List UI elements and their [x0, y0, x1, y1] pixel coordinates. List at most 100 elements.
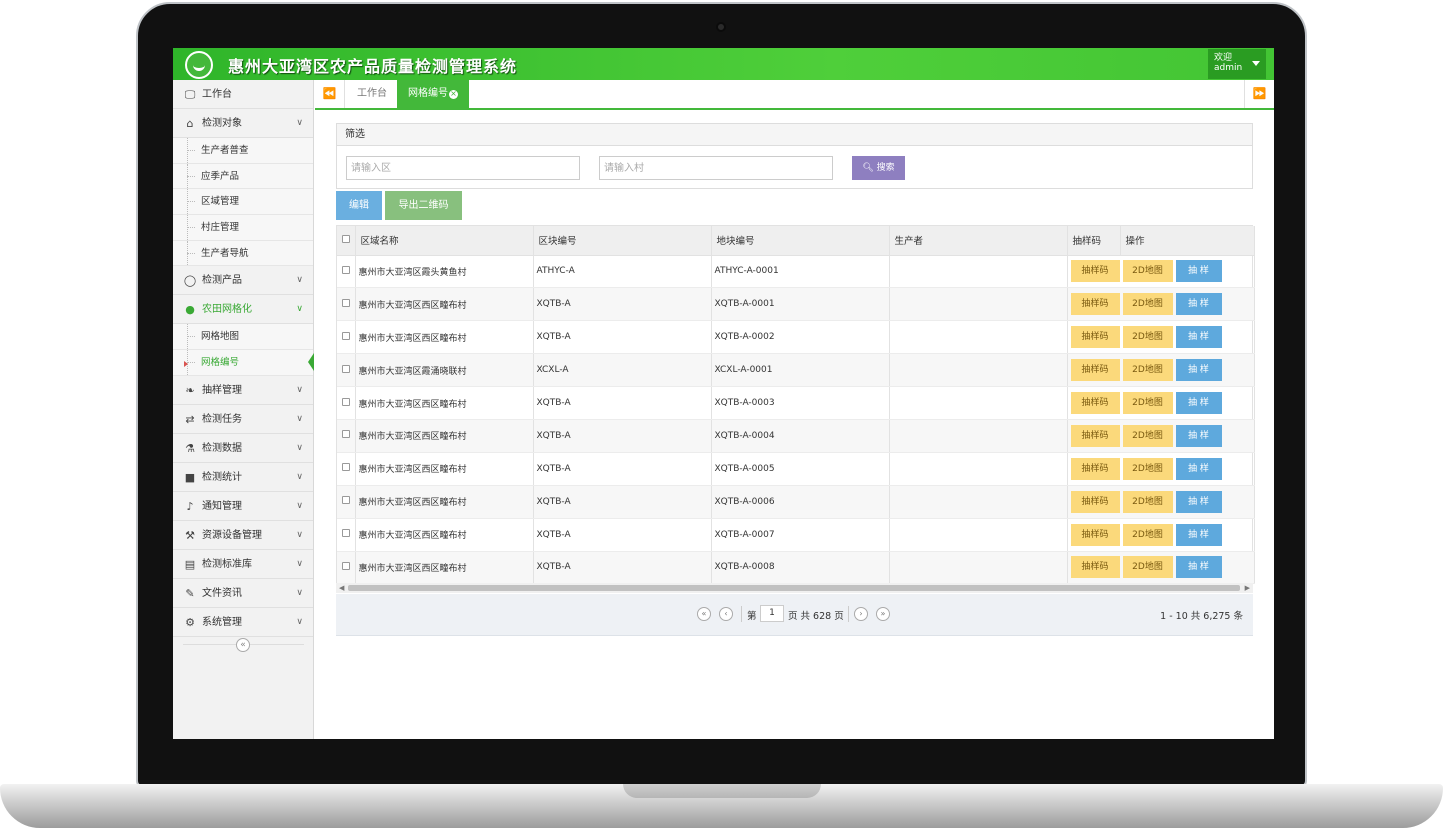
- row-checkbox[interactable]: [342, 496, 350, 505]
- search-button[interactable]: 🔍︎ 搜索: [852, 156, 905, 180]
- map-2d-button[interactable]: 2D地图: [1122, 359, 1173, 382]
- collapse-sidebar-icon[interactable]: «: [236, 638, 250, 652]
- sidebar-subitem-seasonal-products[interactable]: 应季产品: [173, 163, 313, 190]
- close-tab-icon[interactable]: ×: [449, 90, 458, 99]
- table-row: 惠州市大亚湾区西区疃布村 XQTB-A XQTB-A-0008 抽样码 2D地图抽 样: [337, 551, 1255, 585]
- next-page-icon[interactable]: ›: [854, 607, 868, 621]
- horizontal-scrollbar[interactable]: ◀ ▶: [336, 583, 1253, 593]
- map-2d-button[interactable]: 2D地图: [1122, 260, 1173, 283]
- record-count: 1 - 10 共 6,275 条: [1160, 611, 1243, 622]
- sample-button[interactable]: 抽 样: [1175, 359, 1222, 382]
- sidebar-subitem-village-management[interactable]: 村庄管理: [173, 215, 313, 241]
- select-all-checkbox[interactable]: [342, 234, 350, 243]
- sidebar-subitem-grid-number[interactable]: 网格编号: [173, 350, 314, 376]
- sidebar-item-notice-management[interactable]: ♪ 通知管理 ∨: [173, 492, 313, 521]
- row-checkbox[interactable]: [342, 298, 350, 307]
- sample-button[interactable]: 抽 样: [1175, 523, 1222, 546]
- sample-button[interactable]: 抽 样: [1175, 392, 1222, 414]
- village-input[interactable]: [599, 156, 833, 180]
- row-checkbox[interactable]: [342, 364, 350, 373]
- map-2d-button[interactable]: 2D地图: [1122, 392, 1173, 414]
- row-checkbox[interactable]: [342, 463, 350, 472]
- sidebar-item-standards-library[interactable]: ▤ 检测标准库 ∨: [173, 550, 313, 579]
- region-cell: 惠州市大亚湾区西区疃布村: [355, 518, 534, 552]
- row-checkbox[interactable]: [342, 265, 350, 274]
- chevron-down-icon: ∨: [296, 471, 303, 482]
- map-2d-button[interactable]: 2D地图: [1122, 556, 1173, 579]
- tab-scroll-right-icon[interactable]: ⏩: [1244, 80, 1274, 108]
- map-2d-button[interactable]: 2D地图: [1122, 457, 1173, 480]
- plot-cell: XQTB-A-0003: [711, 386, 890, 420]
- plot-cell: XQTB-A-0006: [711, 485, 890, 519]
- sample-code-button[interactable]: 抽样码: [1070, 490, 1120, 513]
- sidebar-item-inspection-tasks[interactable]: ⇄ 检测任务 ∨: [173, 405, 313, 434]
- sample-code-button[interactable]: 抽样码: [1070, 556, 1120, 579]
- tab-workbench[interactable]: 工作台: [346, 80, 398, 108]
- column-header[interactable]: 区块编号: [533, 226, 712, 256]
- sample-code-button[interactable]: 抽样码: [1070, 392, 1120, 414]
- tab-grid-number[interactable]: 网格编号 ×: [397, 80, 469, 108]
- first-page-icon[interactable]: «: [697, 607, 711, 621]
- sample-code-button[interactable]: 抽样码: [1070, 424, 1120, 447]
- user-menu[interactable]: 欢迎 admin: [1208, 49, 1266, 79]
- row-checkbox-cell: [337, 353, 356, 388]
- sample-code-button[interactable]: 抽样码: [1070, 326, 1120, 349]
- scroll-right-icon[interactable]: ▶: [1245, 583, 1250, 593]
- map-2d-button[interactable]: 2D地图: [1122, 424, 1173, 447]
- row-checkbox[interactable]: [342, 331, 350, 340]
- sample-button[interactable]: 抽 样: [1175, 556, 1222, 579]
- sample-button[interactable]: 抽 样: [1175, 326, 1222, 349]
- sidebar-item-sampling-management[interactable]: ❧ 抽样管理 ∨: [173, 376, 313, 405]
- sidebar-item-inspection-products[interactable]: ◯ 检测产品 ∨: [173, 266, 313, 296]
- map-2d-button[interactable]: 2D地图: [1122, 523, 1173, 546]
- sidebar-subitem-grid-map[interactable]: 网格地图: [173, 324, 313, 351]
- map-2d-button[interactable]: 2D地图: [1122, 490, 1173, 513]
- sidebar-item-resource-equipment[interactable]: ⚒ 资源设备管理 ∨: [173, 521, 313, 550]
- plot-cell: XCXL-A-0001: [711, 353, 890, 388]
- block-cell: XQTB-A: [533, 419, 712, 453]
- export-qrcode-button[interactable]: 导出二维码: [385, 191, 462, 220]
- sample-code-button[interactable]: 抽样码: [1070, 359, 1120, 382]
- sample-button[interactable]: 抽 样: [1175, 424, 1222, 447]
- scrollbar-thumb[interactable]: [348, 585, 1240, 591]
- page-number-input[interactable]: 1: [760, 605, 784, 622]
- sample-code-button[interactable]: 抽样码: [1070, 260, 1120, 283]
- sidebar-item-inspection-data[interactable]: ⚗ 检测数据 ∨: [173, 434, 313, 463]
- column-header[interactable]: 抽样码: [1067, 226, 1121, 256]
- plot-cell: XQTB-A-0008: [711, 551, 890, 585]
- row-checkbox[interactable]: [342, 529, 350, 538]
- map-2d-button[interactable]: 2D地图: [1122, 326, 1173, 349]
- sidebar-item-document-news[interactable]: ✎ 文件资讯 ∨: [173, 579, 313, 608]
- actions-cell: 抽样码 2D地图抽 样: [1067, 452, 1255, 486]
- sidebar-item-inspection-objects[interactable]: ⌂ 检测对象 ∨: [173, 109, 313, 138]
- row-checkbox[interactable]: [342, 430, 350, 439]
- sidebar-item-workbench[interactable]: 🖵 工作台: [173, 80, 313, 109]
- edit-button[interactable]: 编辑: [336, 191, 382, 220]
- sample-code-button[interactable]: 抽样码: [1070, 457, 1120, 480]
- column-header[interactable]: 区域名称: [355, 226, 534, 256]
- sample-button[interactable]: 抽 样: [1175, 293, 1222, 316]
- prev-page-icon[interactable]: ‹: [719, 607, 733, 621]
- sidebar-item-system-management[interactable]: ⚙ 系统管理 ∨: [173, 608, 313, 637]
- sample-code-button[interactable]: 抽样码: [1070, 293, 1120, 316]
- row-checkbox[interactable]: [342, 561, 350, 570]
- row-checkbox[interactable]: [342, 397, 350, 406]
- map-2d-button[interactable]: 2D地图: [1122, 293, 1173, 316]
- sample-button[interactable]: 抽 样: [1175, 490, 1222, 513]
- row-checkbox-cell: [337, 386, 356, 420]
- sidebar-subitem-producer-census[interactable]: 生产者普查: [173, 138, 313, 164]
- active-marker-icon: [184, 361, 188, 368]
- sample-code-button[interactable]: 抽样码: [1070, 523, 1120, 546]
- last-page-icon[interactable]: »: [876, 607, 890, 621]
- sidebar-item-inspection-statistics[interactable]: ■ 检测统计 ∨: [173, 463, 313, 492]
- column-header[interactable]: 生产者: [889, 226, 1068, 256]
- sample-button[interactable]: 抽 样: [1175, 457, 1222, 480]
- column-header[interactable]: 地块编号: [711, 226, 890, 256]
- district-input[interactable]: [346, 156, 580, 180]
- sidebar-subitem-region-management[interactable]: 区域管理: [173, 189, 313, 216]
- sample-button[interactable]: 抽 样: [1175, 260, 1222, 283]
- scroll-left-icon[interactable]: ◀: [339, 583, 344, 593]
- tab-scroll-left-icon[interactable]: ⏪: [315, 80, 345, 108]
- sidebar-subitem-producer-navigation[interactable]: 生产者导航: [173, 240, 313, 267]
- sidebar-item-farmland-grid[interactable]: ● 农田网格化 ∨: [173, 295, 313, 325]
